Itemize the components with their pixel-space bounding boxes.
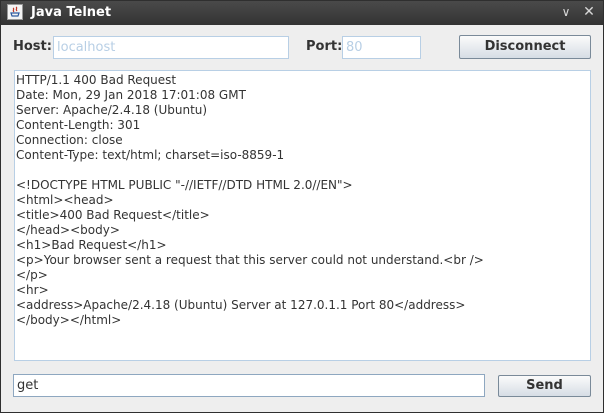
output-line: <hr>	[16, 283, 49, 297]
send-button[interactable]: Send	[498, 375, 591, 397]
output-line: </head><body>	[16, 223, 120, 237]
telnet-output-area[interactable]: HTTP/1.1 400 Bad Request Date: Mon, 29 J…	[14, 70, 591, 361]
output-line: HTTP/1.1 400 Bad Request	[16, 73, 177, 87]
output-line: <h1>Bad Request</h1>	[16, 238, 167, 252]
output-line: Date: Mon, 29 Jan 2018 17:01:08 GMT	[16, 88, 246, 102]
port-input[interactable]: 80	[342, 36, 421, 59]
output-line: <title>400 Bad Request</title>	[16, 208, 210, 222]
minimize-icon[interactable]: ∨	[557, 3, 575, 21]
title-bar[interactable]: Java Telnet ∨ ✕	[1, 1, 603, 25]
host-input[interactable]: localhost	[53, 36, 289, 59]
output-line: Content-Length: 301	[16, 118, 141, 132]
telnet-window: Java Telnet ∨ ✕ Host: localhost Port: 80…	[0, 0, 604, 413]
output-line: <p>Your browser sent a request that this…	[16, 253, 484, 267]
output-line: </body></html>	[16, 313, 122, 327]
disconnect-button[interactable]: Disconnect	[459, 35, 591, 59]
window-title: Java Telnet	[31, 5, 112, 20]
host-label: Host:	[13, 39, 52, 54]
java-app-icon	[7, 4, 23, 20]
output-line: <html><head>	[16, 193, 114, 207]
port-label: Port:	[306, 39, 343, 54]
output-line: Connection: close	[16, 133, 123, 147]
command-input[interactable]: get	[13, 374, 485, 397]
output-line: <address>Apache/2.4.18 (Ubuntu) Server a…	[16, 298, 466, 312]
close-icon[interactable]: ✕	[580, 3, 598, 21]
output-line: Content-Type: text/html; charset=iso-885…	[16, 148, 285, 162]
output-line: </p>	[16, 268, 48, 282]
output-line: Server: Apache/2.4.18 (Ubuntu)	[16, 103, 208, 117]
output-line: <!DOCTYPE HTML PUBLIC "-//IETF//DTD HTML…	[16, 178, 353, 192]
